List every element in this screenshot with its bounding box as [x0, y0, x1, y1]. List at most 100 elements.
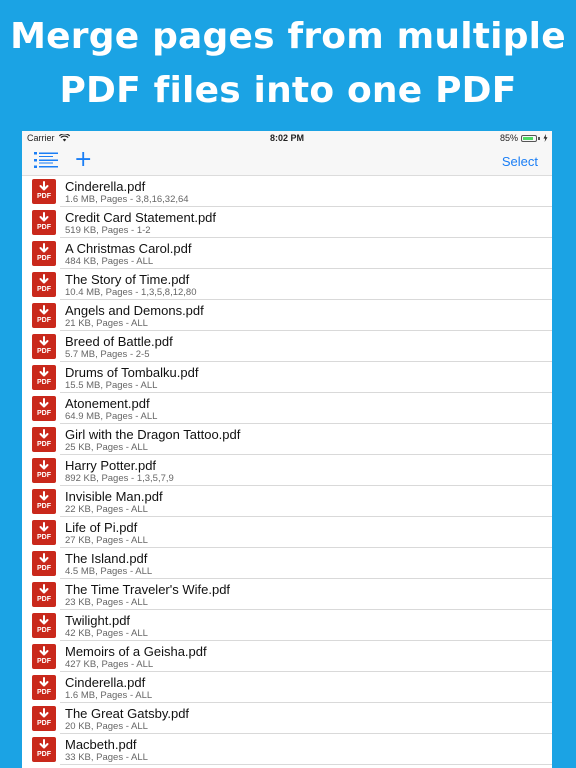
file-row[interactable]: PDF The Time Traveler's Wife.pdf 23 KB, …: [22, 579, 552, 610]
battery-icon: [521, 134, 537, 142]
pdf-file-icon: PDF: [32, 272, 56, 297]
pdf-file-icon: PDF: [32, 706, 56, 731]
download-arrow-icon: [39, 708, 49, 718]
file-row[interactable]: PDF A Christmas Carol.pdf 484 KB, Pages …: [22, 238, 552, 269]
file-meta: 20 KB, Pages - ALL: [65, 721, 148, 732]
download-arrow-icon: [39, 429, 49, 439]
promo-headline: Merge pages from multiple PDF files into…: [0, 10, 576, 118]
battery-percent: 85%: [499, 133, 518, 143]
file-row[interactable]: PDF Breed of Battle.pdf 5.7 MB, Pages - …: [22, 331, 552, 362]
file-row[interactable]: PDF Atonement.pdf 64.9 MB, Pages - ALL: [22, 393, 552, 424]
file-meta: 5.7 MB, Pages - 2-5: [65, 349, 150, 360]
download-arrow-icon: [39, 212, 49, 222]
navigation-toolbar: + Select: [22, 147, 552, 176]
file-meta: 22 KB, Pages - ALL: [65, 504, 148, 515]
pdf-file-icon: PDF: [32, 520, 56, 545]
pdf-file-icon: PDF: [32, 241, 56, 266]
charging-bolt-icon: [543, 134, 548, 142]
pdf-file-icon: PDF: [32, 396, 56, 421]
pdf-file-icon: PDF: [32, 644, 56, 669]
battery-fill: [523, 136, 533, 140]
file-name: Harry Potter.pdf: [65, 458, 157, 473]
pdf-file-icon: PDF: [32, 179, 56, 204]
pdf-label: PDF: [37, 255, 51, 262]
file-name: Credit Card Statement.pdf: [65, 210, 217, 225]
download-arrow-icon: [39, 243, 49, 253]
status-bar: Carrier 8:02 PM 85%: [22, 131, 552, 147]
file-name: The Great Gatsby.pdf: [65, 706, 190, 721]
file-name: Breed of Battle.pdf: [65, 334, 173, 349]
add-file-button[interactable]: +: [74, 149, 92, 171]
file-meta: 15.5 MB, Pages - ALL: [65, 380, 158, 391]
file-meta: 1.6 MB, Pages - ALL: [65, 690, 153, 701]
download-arrow-icon: [39, 274, 49, 284]
select-button[interactable]: Select: [502, 154, 538, 169]
file-row[interactable]: PDF The Story of Time.pdf 10.4 MB, Pages…: [22, 269, 552, 300]
file-row[interactable]: PDF Memoirs of a Geisha.pdf 427 KB, Page…: [22, 641, 552, 672]
pdf-label: PDF: [37, 348, 51, 355]
file-row[interactable]: PDF Cinderella.pdf 1.6 MB, Pages - ALL: [22, 672, 552, 703]
promo-headline-line1: Merge pages from multiple: [10, 16, 566, 57]
pdf-label: PDF: [37, 720, 51, 727]
file-row[interactable]: PDF Twilight.pdf 42 KB, Pages - ALL: [22, 610, 552, 641]
download-arrow-icon: [39, 491, 49, 501]
file-meta: 21 KB, Pages - ALL: [65, 318, 148, 329]
file-row[interactable]: PDF Invisible Man.pdf 22 KB, Pages - ALL: [22, 486, 552, 517]
file-name: Invisible Man.pdf: [65, 489, 163, 504]
pdf-label: PDF: [37, 596, 51, 603]
pdf-file-icon: PDF: [32, 613, 56, 638]
file-meta: 10.4 MB, Pages - 1,3,5,8,12,80: [65, 287, 197, 298]
download-arrow-icon: [39, 646, 49, 656]
pdf-label: PDF: [37, 658, 51, 665]
pdf-label: PDF: [37, 534, 51, 541]
file-meta: 23 KB, Pages - ALL: [65, 597, 148, 608]
file-row[interactable]: PDF Cinderella.pdf 1.6 MB, Pages - 3,8,1…: [22, 176, 552, 207]
download-arrow-icon: [39, 460, 49, 470]
file-name: Macbeth.pdf: [65, 737, 137, 752]
file-meta: 33 KB, Pages - ALL: [65, 752, 148, 763]
file-meta: 27 KB, Pages - ALL: [65, 535, 148, 546]
file-meta: 1.6 MB, Pages - 3,8,16,32,64: [65, 194, 189, 205]
pdf-label: PDF: [37, 317, 51, 324]
file-row[interactable]: PDF Drums of Tombalku.pdf 15.5 MB, Pages…: [22, 362, 552, 393]
file-meta: 25 KB, Pages - ALL: [65, 442, 148, 453]
file-name: A Christmas Carol.pdf: [65, 241, 192, 256]
file-row[interactable]: PDF Macbeth.pdf 33 KB, Pages - ALL: [22, 734, 552, 765]
battery-tip: [538, 136, 540, 140]
file-meta: 427 KB, Pages - ALL: [65, 659, 154, 670]
pdf-file-icon: PDF: [32, 737, 56, 762]
file-name: Drums of Tombalku.pdf: [65, 365, 199, 380]
file-row[interactable]: PDF Girl with the Dragon Tattoo.pdf 25 K…: [22, 424, 552, 455]
file-name: Girl with the Dragon Tattoo.pdf: [65, 427, 241, 442]
pdf-label: PDF: [37, 689, 51, 696]
file-row[interactable]: PDF Harry Potter.pdf 892 KB, Pages - 1,3…: [22, 455, 552, 486]
status-time: 8:02 PM: [269, 133, 304, 143]
pdf-label: PDF: [37, 224, 51, 231]
status-right: 85%: [500, 133, 548, 143]
pdf-file-icon: PDF: [32, 210, 56, 235]
file-row[interactable]: PDF Angels and Demons.pdf 21 KB, Pages -…: [22, 300, 552, 331]
list-view-icon[interactable]: [34, 151, 58, 169]
pdf-file-icon: PDF: [32, 458, 56, 483]
pdf-label: PDF: [37, 441, 51, 448]
file-meta: 64.9 MB, Pages - ALL: [65, 411, 158, 422]
pdf-label: PDF: [37, 472, 51, 479]
pdf-file-icon: PDF: [32, 582, 56, 607]
device-screen: Carrier 8:02 PM 85% + Select PDF Cindere…: [22, 131, 552, 768]
file-row[interactable]: PDF Life of Pi.pdf 27 KB, Pages - ALL: [22, 517, 552, 548]
file-meta: 892 KB, Pages - 1,3,5,7,9: [65, 473, 174, 484]
file-meta: 484 KB, Pages - ALL: [65, 256, 154, 267]
download-arrow-icon: [39, 553, 49, 563]
file-row[interactable]: PDF The Great Gatsby.pdf 20 KB, Pages - …: [22, 703, 552, 734]
pdf-file-icon: PDF: [32, 334, 56, 359]
file-list: PDF Cinderella.pdf 1.6 MB, Pages - 3,8,1…: [22, 176, 552, 765]
file-name: The Time Traveler's Wife.pdf: [65, 582, 231, 597]
pdf-file-icon: PDF: [32, 303, 56, 328]
download-arrow-icon: [39, 398, 49, 408]
file-row[interactable]: PDF The Island.pdf 4.5 MB, Pages - ALL: [22, 548, 552, 579]
file-row[interactable]: PDF Credit Card Statement.pdf 519 KB, Pa…: [22, 207, 552, 238]
pdf-file-icon: PDF: [32, 675, 56, 700]
download-arrow-icon: [39, 739, 49, 749]
pdf-label: PDF: [37, 751, 51, 758]
download-arrow-icon: [39, 584, 49, 594]
